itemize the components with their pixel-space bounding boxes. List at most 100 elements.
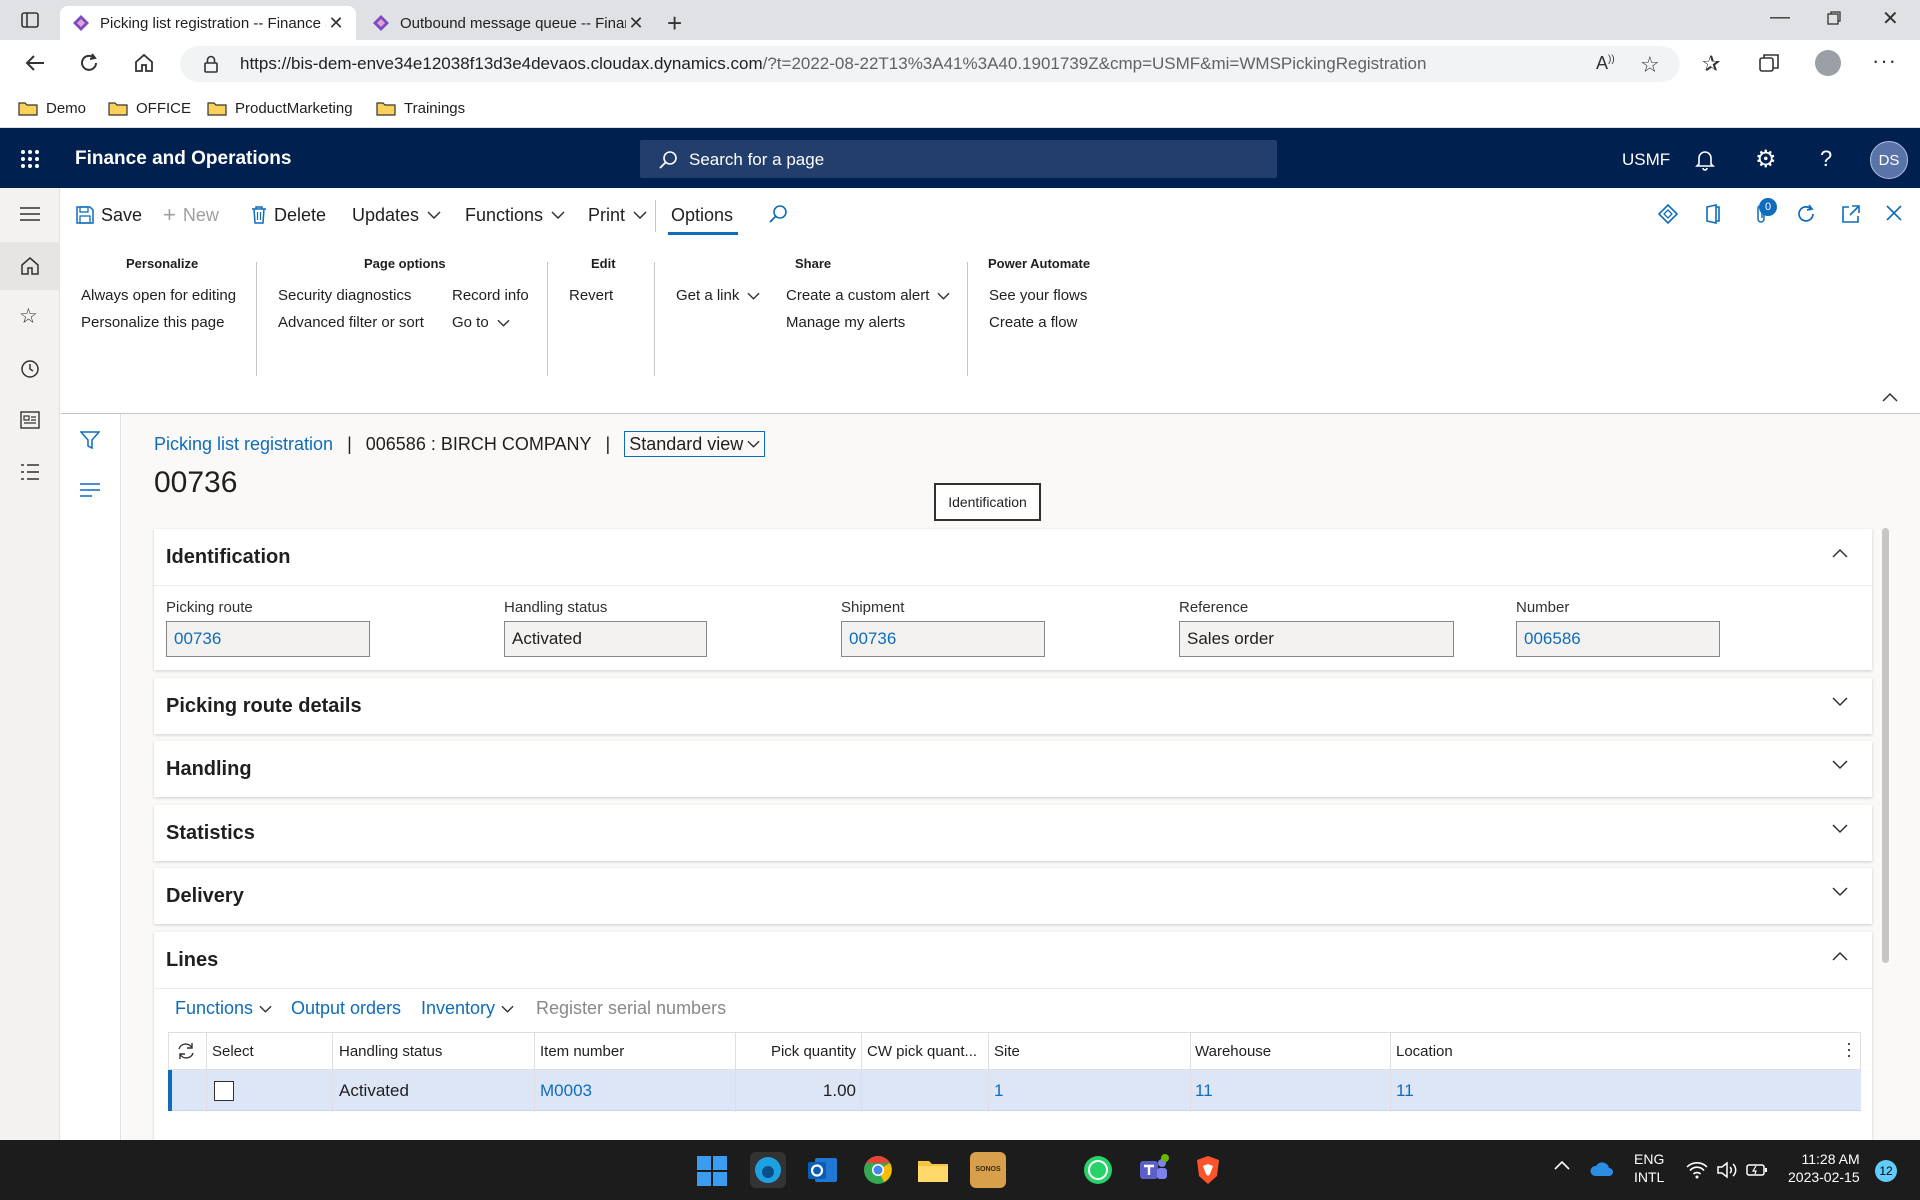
fasttab-picking-route-details[interactable]: Picking route details <box>154 678 1872 734</box>
help-icon[interactable]: ? <box>1820 146 1832 172</box>
browser-tab-active[interactable]: Picking list registration -- Finance and… <box>60 6 356 40</box>
app-name[interactable]: Finance and Operations <box>75 148 291 170</box>
delete-button[interactable]: Delete <box>251 202 326 228</box>
read-aloud-icon[interactable]: A)) <box>1596 53 1615 74</box>
column-header-warehouse[interactable]: Warehouse <box>1195 1032 1271 1070</box>
notification-count-badge[interactable]: 12 <box>1875 1160 1897 1182</box>
page-scrollbar[interactable] <box>1882 528 1889 963</box>
column-header-cw-pick-quantity[interactable]: CW pick quant... <box>867 1032 985 1070</box>
collapse-action-pane-icon[interactable] <box>1882 392 1898 402</box>
fasttab-delivery[interactable]: Delivery <box>154 868 1872 924</box>
restore-icon[interactable] <box>1826 10 1842 26</box>
hamburger-icon[interactable] <box>20 206 40 222</box>
whatsapp-icon[interactable] <box>1080 1152 1116 1188</box>
register-serial-numbers-button[interactable]: Register serial numbers <box>536 998 726 1019</box>
picking-route-field[interactable]: 00736 <box>166 621 370 657</box>
favorites-icon[interactable]: ✰ <box>1702 51 1720 77</box>
open-new-window-icon[interactable] <box>1841 204 1861 224</box>
workspaces-icon[interactable] <box>20 411 40 429</box>
teams-icon[interactable] <box>1135 1152 1171 1188</box>
lines-inventory-menu[interactable]: Inventory <box>421 998 514 1019</box>
wifi-icon[interactable] <box>1686 1161 1708 1179</box>
office-icon[interactable] <box>1705 204 1721 224</box>
chevron-down-icon[interactable] <box>1832 760 1848 770</box>
cell-site[interactable]: 1 <box>994 1070 1003 1111</box>
chrome-icon[interactable] <box>860 1152 896 1188</box>
home-nav-icon[interactable] <box>20 256 40 276</box>
app-launcher-icon[interactable] <box>20 149 40 169</box>
reference-field[interactable]: Sales order <box>1179 621 1454 657</box>
go-to-menu[interactable]: Go to <box>452 314 510 331</box>
chevron-down-icon[interactable] <box>1832 697 1848 707</box>
column-header-handling-status[interactable]: Handling status <box>339 1032 442 1070</box>
onedrive-icon[interactable] <box>1589 1160 1615 1180</box>
number-field[interactable]: 006586 <box>1516 621 1720 657</box>
window-close-icon[interactable]: ✕ <box>1882 6 1899 31</box>
browser-menu-icon[interactable]: ··· <box>1872 48 1897 74</box>
fasttab-statistics[interactable]: Statistics <box>154 805 1872 861</box>
recent-clock-icon[interactable] <box>20 359 40 379</box>
filter-icon[interactable] <box>80 430 100 450</box>
get-a-link-menu[interactable]: Get a link <box>676 287 760 304</box>
revert-button[interactable]: Revert <box>569 287 613 304</box>
cell-location[interactable]: 11 <box>1396 1070 1414 1111</box>
column-header-location[interactable]: Location <box>1396 1032 1453 1070</box>
user-avatar[interactable]: DS <box>1870 141 1908 179</box>
functions-menu[interactable]: Functions <box>465 202 565 228</box>
save-button[interactable]: Save <box>76 202 142 228</box>
bookmark-trainings[interactable]: Trainings <box>376 96 465 120</box>
updates-menu[interactable]: Updates <box>352 202 441 228</box>
see-your-flows-button[interactable]: See your flows <box>989 287 1087 304</box>
column-options-icon[interactable]: · · · <box>1846 1034 1852 1064</box>
cell-item-number[interactable]: M0003 <box>540 1070 592 1111</box>
show-hidden-icons-icon[interactable] <box>1554 1160 1570 1170</box>
battery-icon[interactable] <box>1746 1162 1768 1178</box>
profile-icon[interactable] <box>1815 50 1841 76</box>
breadcrumb-page-link[interactable]: Picking list registration <box>154 434 333 455</box>
home-icon[interactable] <box>133 52 155 74</box>
company-picker[interactable]: USMF <box>1622 150 1670 170</box>
edge-icon[interactable] <box>750 1152 786 1188</box>
tab-actions-icon[interactable] <box>20 10 40 30</box>
clock[interactable]: 11:28 AM 2023-02-15 <box>1788 1150 1860 1186</box>
cell-handling-status[interactable]: Activated <box>339 1070 409 1111</box>
chevron-up-icon[interactable] <box>1832 951 1848 961</box>
back-icon[interactable] <box>24 52 46 74</box>
new-tab-icon[interactable]: + <box>667 8 682 39</box>
personalize-this-page-button[interactable]: Personalize this page <box>81 314 224 331</box>
shipment-field[interactable]: 00736 <box>841 621 1045 657</box>
chevron-up-icon[interactable] <box>1832 548 1848 558</box>
volume-icon[interactable] <box>1716 1160 1738 1180</box>
action-search-icon[interactable] <box>768 204 788 224</box>
manage-my-alerts-button[interactable]: Manage my alerts <box>786 314 905 331</box>
security-diagnostics-button[interactable]: Security diagnostics <box>278 287 411 304</box>
sonos-app-icon[interactable]: SONOS <box>970 1152 1006 1188</box>
settings-gear-icon[interactable]: ⚙ <box>1755 148 1777 172</box>
browser-tab-inactive[interactable]: Outbound message queue -- Finance and Op… <box>360 6 656 40</box>
handling-status-field[interactable]: Activated <box>504 621 707 657</box>
cell-pick-quantity[interactable]: 1.00 <box>736 1070 856 1111</box>
lines-functions-menu[interactable]: Functions <box>175 998 272 1019</box>
outlook-icon[interactable] <box>805 1152 841 1188</box>
close-page-icon[interactable] <box>1886 205 1902 221</box>
related-info-icon[interactable] <box>80 483 100 497</box>
input-language-indicator[interactable]: ENG INTL <box>1634 1150 1664 1186</box>
print-menu[interactable]: Print <box>588 202 647 228</box>
bell-icon[interactable] <box>1695 149 1715 171</box>
refresh-page-icon[interactable] <box>1795 203 1817 225</box>
table-row[interactable] <box>168 1070 1861 1111</box>
chevron-down-icon[interactable] <box>1832 824 1848 834</box>
minimize-icon[interactable]: — <box>1770 6 1790 29</box>
windows-start-icon[interactable] <box>696 1155 728 1187</box>
create-a-flow-button[interactable]: Create a flow <box>989 314 1077 331</box>
column-header-pick-quantity[interactable]: Pick quantity <box>736 1032 856 1070</box>
collections-icon[interactable] <box>1758 53 1780 73</box>
brave-icon[interactable] <box>1190 1152 1226 1188</box>
file-explorer-icon[interactable] <box>915 1152 951 1188</box>
fasttab-handling[interactable]: Handling <box>154 741 1872 797</box>
grid-refresh-icon[interactable] <box>176 1041 196 1061</box>
bookmark-productmarketing[interactable]: ProductMarketing <box>207 96 353 120</box>
fasttab-identification-header[interactable]: Identification <box>154 529 1872 585</box>
add-favorite-icon[interactable]: ☆ <box>1640 52 1660 78</box>
modules-list-icon[interactable] <box>20 463 40 481</box>
